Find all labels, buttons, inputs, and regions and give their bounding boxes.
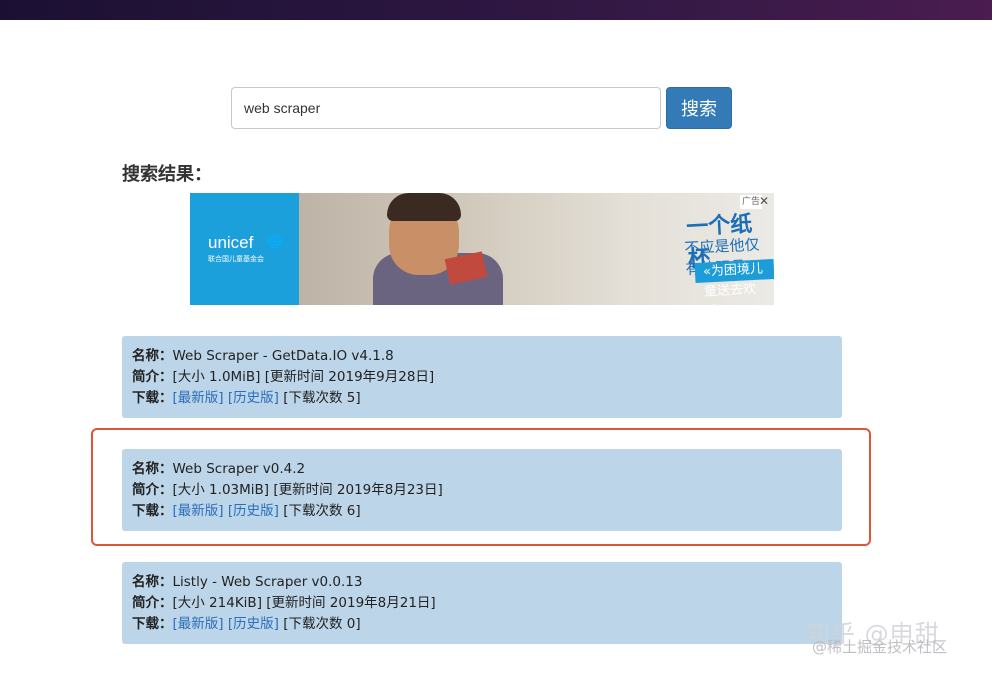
ad-brand-panel: unicef 🌐 联合国儿童基金会: [190, 193, 299, 305]
unicef-logo-icon: 🌐: [267, 235, 284, 250]
name-label: 名称：: [132, 348, 173, 364]
latest-version-link[interactable]: [最新版]: [173, 616, 224, 632]
result-name: Listly - Web Scraper v0.0.13: [172, 574, 363, 590]
ad-cta[interactable]: «为困境儿童送去欢乐: [694, 258, 774, 305]
result-download-row: 下载：[最新版] [历史版] [下载次数 5]: [132, 388, 832, 409]
result-intro-row: 简介：[大小 1.0MiB] [更新时间 2019年9月28日]: [132, 367, 832, 388]
ad-photo: 一个纸杯 不应是他仅有的玩具 «为困境儿童送去欢乐: [299, 193, 774, 305]
download-label: 下载：: [132, 616, 173, 632]
download-count: [下载次数 5]: [283, 390, 361, 406]
ad-brand-name: unicef: [208, 233, 254, 252]
result-card: 名称：Listly - Web Scraper v0.0.13 简介：[大小 2…: [122, 562, 842, 644]
result-intro-row: 简介：[大小 214KiB] [更新时间 2019年8月21日]: [132, 593, 832, 614]
result-card: 名称：Web Scraper - GetData.IO v4.1.8 简介：[大…: [122, 336, 842, 418]
close-icon[interactable]: ✕: [759, 194, 769, 208]
result-name: Web Scraper - GetData.IO v4.1.8: [172, 348, 394, 364]
ad-banner[interactable]: unicef 🌐 联合国儿童基金会 一个纸杯 不应是他仅有的玩具 «为困境儿童送…: [190, 193, 774, 305]
result-download-row: 下载：[最新版] [历史版] [下载次数 0]: [132, 614, 832, 635]
result-name-row: 名称：Web Scraper - GetData.IO v4.1.8: [132, 346, 832, 367]
history-version-link[interactable]: [历史版]: [228, 390, 279, 406]
name-label: 名称：: [132, 574, 173, 590]
download-label: 下载：: [132, 390, 173, 406]
highlight-box: [91, 428, 871, 546]
top-window-bar: [0, 0, 992, 20]
result-name-row: 名称：Listly - Web Scraper v0.0.13: [132, 572, 832, 593]
search-button[interactable]: 搜索: [666, 87, 732, 129]
download-count: [下载次数 0]: [283, 616, 361, 632]
watermark-juejin: @稀土掘金技术社区: [812, 638, 948, 656]
result-intro: [大小 214KiB] [更新时间 2019年8月21日]: [172, 595, 436, 611]
child-hair: [387, 193, 461, 221]
ad-brand-subtitle: 联合国儿童基金会: [208, 255, 264, 263]
result-intro: [大小 1.0MiB] [更新时间 2019年9月28日]: [172, 369, 435, 385]
results-heading: 搜索结果：: [122, 164, 212, 185]
intro-label: 简介：: [132, 595, 173, 611]
latest-version-link[interactable]: [最新版]: [173, 390, 224, 406]
search-input[interactable]: [231, 87, 661, 129]
intro-label: 简介：: [132, 369, 173, 385]
history-version-link[interactable]: [历史版]: [228, 616, 279, 632]
